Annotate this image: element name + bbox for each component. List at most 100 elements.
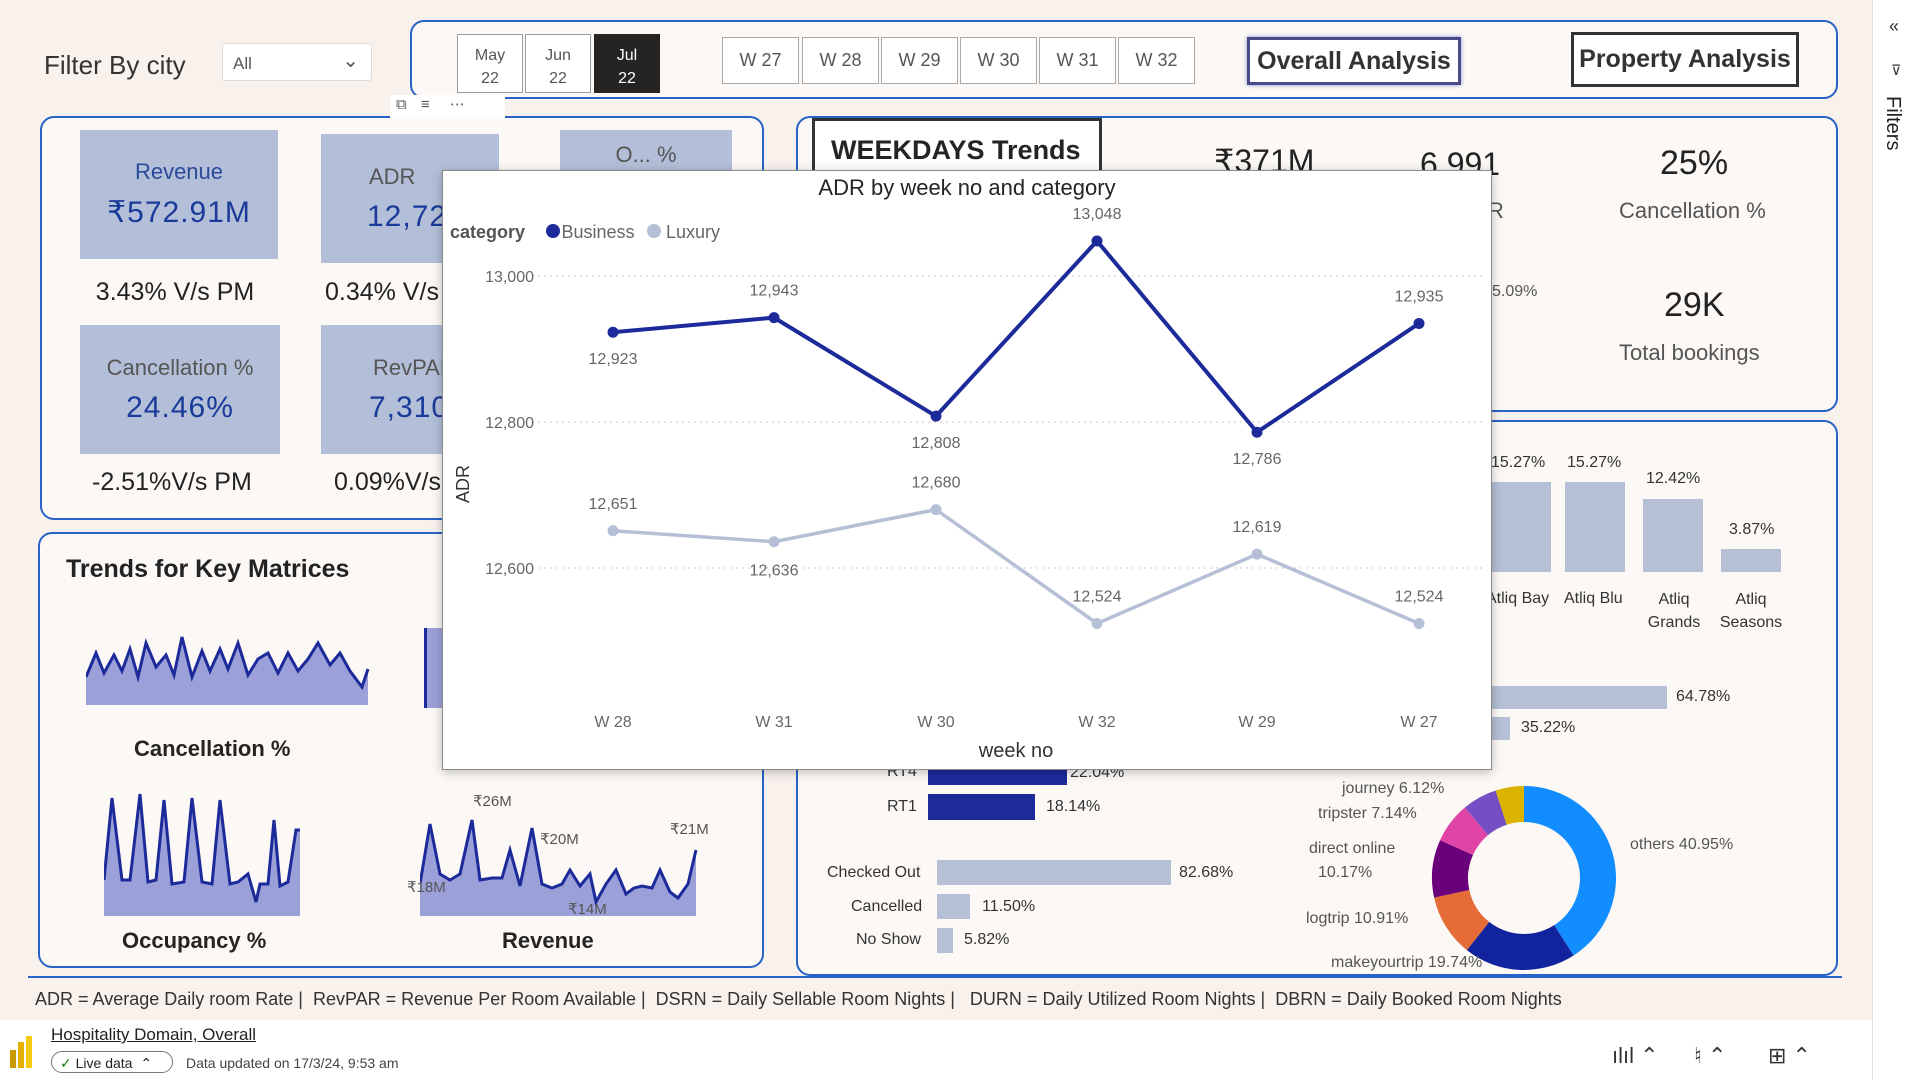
donut-slice[interactable]: [1524, 786, 1616, 956]
property-bar-atliq-grands-label: Atliq Grands: [1647, 591, 1701, 631]
donut-label-journey: journey 6.12%: [1342, 780, 1445, 797]
y-tick-label: 12,800: [485, 415, 534, 432]
section-divider: [28, 976, 1842, 978]
month-jun[interactable]: Jun 22: [525, 34, 591, 93]
weekdays-cancel-value: 25%: [1660, 144, 1729, 182]
property-bar-atliq-bay-pct: 15.27%: [1491, 454, 1546, 471]
city-dropdown[interactable]: All ⌄: [222, 43, 372, 81]
data-point-luxury: [930, 504, 942, 516]
data-point-luxury: [768, 536, 780, 548]
week-tile-30[interactable]: W 30: [960, 37, 1037, 84]
data-label-luxury: 12,524: [1395, 588, 1444, 605]
donut-label-logtrip: logtrip 10.91%: [1306, 910, 1409, 927]
x-axis-title: week no: [978, 740, 1054, 762]
expand-filters-icon[interactable]: «: [1889, 16, 1899, 37]
room-bar-rt1[interactable]: [928, 794, 1035, 820]
series-line-business: [612, 237, 1421, 435]
checkmark-icon: ✓: [60, 1055, 72, 1071]
chart-title: ADR by week no and category: [818, 175, 1115, 200]
week-tile-27[interactable]: W 27: [722, 37, 799, 84]
status-bar-no-show-pct: 5.82%: [964, 931, 1010, 948]
property-bar-atliq-grands[interactable]: [1643, 499, 1703, 572]
booking-platform-donut[interactable]: [1426, 780, 1622, 976]
kpi-revpar-value: 7,310: [369, 390, 450, 424]
trends-title: Trends for Key Matrices: [66, 555, 350, 583]
data-point-luxury: [607, 525, 619, 537]
filters-pane[interactable]: « ⊽ Filters: [1872, 0, 1920, 1080]
trends-mid-sparkline-edge: [424, 628, 444, 708]
week-tile-28[interactable]: W 28: [802, 37, 879, 84]
month-jul[interactable]: Jul 22: [594, 34, 660, 93]
cancellation-sparkline-label: Cancellation %: [134, 736, 291, 761]
status-bar-checked-out[interactable]: [937, 860, 1171, 885]
report-name[interactable]: Hospitality Domain, Overall: [51, 1025, 256, 1045]
month-jun-label: Jun: [545, 47, 571, 64]
rev-annotation-20m: ₹20M: [540, 831, 579, 848]
weekdays-partial-pct: 5.09%: [1492, 283, 1538, 300]
data-point-business: [930, 410, 942, 422]
kpi-adr-label: ADR: [369, 163, 416, 189]
hbar-top-2-pct: 35.22%: [1521, 719, 1576, 736]
property-bar-atliq-blu[interactable]: [1565, 482, 1625, 572]
pages-icon-button[interactable]: ⊞ ⌃: [1768, 1043, 1811, 1069]
x-tick-label: W 30: [917, 714, 954, 731]
status-bar-no-show[interactable]: [937, 928, 953, 953]
live-data-badge[interactable]: ✓ Live data ⌃: [51, 1051, 173, 1073]
status-bar-cancelled-pct: 11.50%: [982, 898, 1036, 915]
status-bar-cancelled-label: Cancelled: [851, 898, 923, 915]
filters-pane-label: Filters: [1882, 96, 1904, 151]
month-may[interactable]: May 22: [457, 34, 523, 93]
week-tile-32[interactable]: W 32: [1118, 37, 1195, 84]
filter-label: Filter By city: [44, 50, 186, 80]
week-tile-31[interactable]: W 31: [1039, 37, 1116, 84]
data-label-business: 12,786: [1233, 451, 1282, 468]
bookmark-icon-button[interactable]: ♮ ⌃: [1694, 1043, 1726, 1069]
x-tick-label: W 28: [594, 714, 631, 731]
rev-annotation-26m: ₹26M: [473, 793, 512, 810]
property-bar-atliq-bay-label: Atliq Bay: [1486, 590, 1550, 607]
property-analysis-button[interactable]: Property Analysis: [1571, 32, 1799, 87]
donut-label-tripster: tripster 7.14%: [1318, 805, 1417, 822]
rev-annotation-14m: ₹14M: [568, 901, 607, 918]
copy-icon[interactable]: ⧉: [396, 96, 407, 113]
overall-analysis-button[interactable]: Overall Analysis: [1247, 37, 1461, 85]
month-jun-year: 22: [549, 70, 567, 87]
property-bar-atliq-blu-pct: 15.27%: [1567, 454, 1622, 471]
kpi-cancellation-label: Cancellation %: [106, 354, 254, 380]
revenue-sparkline-label: Revenue: [502, 928, 594, 953]
kpi-adr-change: 0.34% V/s: [325, 278, 439, 306]
week-tile-29[interactable]: W 29: [881, 37, 958, 84]
kpi-revenue-change: 3.43% V/s PM: [95, 278, 255, 306]
data-point-business: [768, 312, 780, 324]
month-may-label: May: [474, 47, 506, 64]
legend-luxury-marker: [647, 224, 661, 238]
hbar-top-1[interactable]: [1480, 686, 1667, 709]
more-options-icon[interactable]: ⋯: [450, 96, 465, 113]
filter-funnel-icon: ⊽: [1891, 62, 1902, 78]
property-bar-atliq-bay[interactable]: [1491, 482, 1551, 572]
property-bar-atliq-seasons[interactable]: [1721, 549, 1781, 572]
data-point-business: [1251, 426, 1263, 438]
y-tick-label: 13,000: [485, 269, 534, 286]
data-label-business: 12,943: [750, 283, 799, 300]
powerbi-logo: [10, 1036, 34, 1068]
visual-icon-button[interactable]: ılıl ⌃: [1612, 1043, 1659, 1069]
weekdays-bookings-value: 29K: [1664, 286, 1725, 324]
legend-business-marker: [546, 224, 560, 238]
data-label-luxury: 12,619: [1233, 519, 1282, 536]
data-point-business: [1413, 317, 1425, 329]
property-bar-atliq-grands-pct: 12.42%: [1646, 470, 1701, 487]
data-point-business: [607, 326, 619, 338]
status-bar-no-show-label: No Show: [856, 931, 921, 948]
kpi-revpar-change: 0.09%V/s: [334, 468, 442, 496]
filter-icon[interactable]: ≡: [421, 96, 430, 113]
x-tick-label: W 29: [1238, 714, 1275, 731]
month-may-year: 22: [481, 70, 499, 87]
live-data-label: Live data: [75, 1055, 133, 1071]
status-bar-cancelled[interactable]: [937, 894, 970, 919]
data-point-luxury: [1413, 617, 1425, 629]
status-bar-checked-out-label: Checked Out: [827, 864, 921, 881]
kpi-adr-value: 12,72: [367, 199, 448, 233]
chevron-up-icon: ⌃: [140, 1055, 153, 1071]
property-bar-atliq-seasons-pct: 3.87%: [1729, 521, 1775, 538]
